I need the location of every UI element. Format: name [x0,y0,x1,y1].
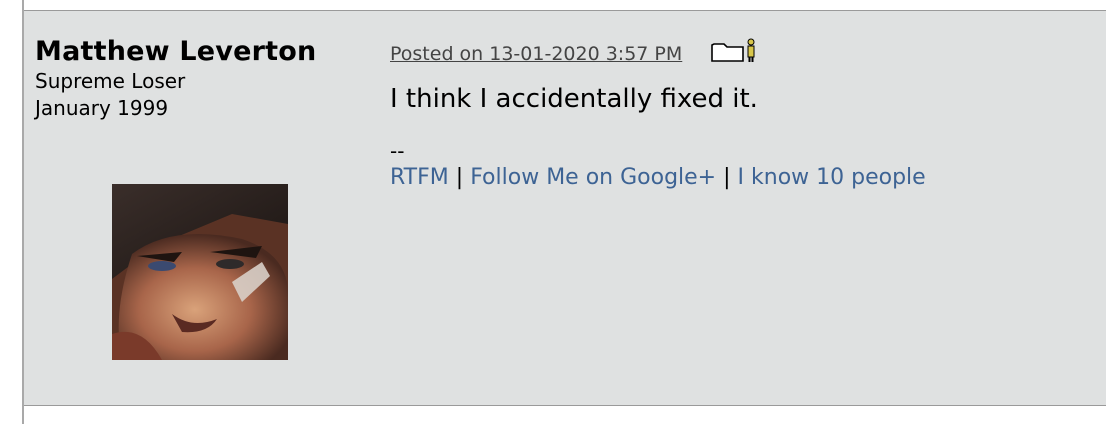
forum-thread: Matthew Leverton Supreme Loser January 1… [22,0,1106,424]
signature-link-people[interactable]: I know 10 people [738,165,926,190]
signature: RTFM | Follow Me on Google+ | I know 10 … [390,163,1090,193]
post-body: I think I accidentally fixed it. [390,84,758,114]
author-joined: January 1999 [35,96,169,120]
avatar [112,184,288,360]
post-content: Posted on 13-01-2020 3:57 PM I think I a… [390,38,1090,193]
author-title: Supreme Loser [35,69,186,93]
profile-card-icon[interactable] [709,37,759,67]
signature-link-google[interactable]: Follow Me on Google+ [470,165,716,190]
author-name[interactable]: Matthew Leverton [35,36,365,68]
forum-post: Matthew Leverton Supreme Loser January 1… [24,10,1106,406]
signature-divider: | [723,165,731,190]
author-panel: Matthew Leverton Supreme Loser January 1… [35,36,365,122]
signature-link-rtfm[interactable]: RTFM [390,165,449,190]
signature-separator: -- [390,139,405,163]
signature-divider: | [455,165,464,190]
post-date-link[interactable]: Posted on 13-01-2020 3:57 PM [390,43,682,65]
post-header: Posted on 13-01-2020 3:57 PM [390,38,1090,67]
avatar-image [112,184,288,360]
